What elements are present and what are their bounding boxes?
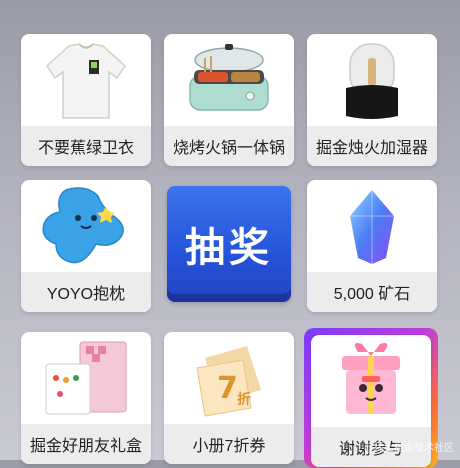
- coupon-unit: 折: [237, 391, 251, 408]
- prize-cell-gift-card-box: 掘金好朋友礼盒: [21, 332, 151, 464]
- draw-button[interactable]: 抽奖: [167, 186, 291, 302]
- gift-box-icon: [311, 335, 431, 427]
- prize-cell-ore: 5,000 矿石: [307, 180, 437, 312]
- prize-cell-humidifier: 掘金烛火加湿器: [307, 34, 437, 166]
- prize-cell-sweater: 不要蕉绿卫衣: [21, 34, 151, 166]
- prize-label: 不要蕉绿卫衣: [21, 126, 151, 166]
- ore-crystal-icon: [307, 180, 437, 272]
- humidifier-icon: [307, 34, 437, 126]
- prize-label: 小册7折券: [164, 424, 294, 464]
- hotpot-grill-icon: [164, 34, 294, 126]
- prize-label: 烧烤火锅一体锅: [164, 126, 294, 166]
- prize-cell-pillow: YOYO抱枕: [21, 180, 151, 312]
- prize-label: 掘金好朋友礼盒: [21, 424, 151, 464]
- pillow-icon: [21, 180, 151, 272]
- prize-label: YOYO抱枕: [21, 272, 151, 312]
- prize-cell-coupon: 7 折 小册7折券: [164, 332, 294, 464]
- prize-label: 掘金烛火加湿器: [307, 126, 437, 166]
- prize-cell-hotpot: 烧烤火锅一体锅: [164, 34, 294, 166]
- prize-label: 5,000 矿石: [307, 272, 437, 312]
- watermark: @稀土掘金技术社区: [363, 443, 454, 454]
- coupon-digit: 7: [217, 371, 238, 406]
- gift-card-box-icon: [21, 332, 151, 424]
- coupon-icon: 7 折: [164, 332, 294, 424]
- draw-button-label: 抽奖: [185, 226, 273, 270]
- sweater-icon: [21, 34, 151, 126]
